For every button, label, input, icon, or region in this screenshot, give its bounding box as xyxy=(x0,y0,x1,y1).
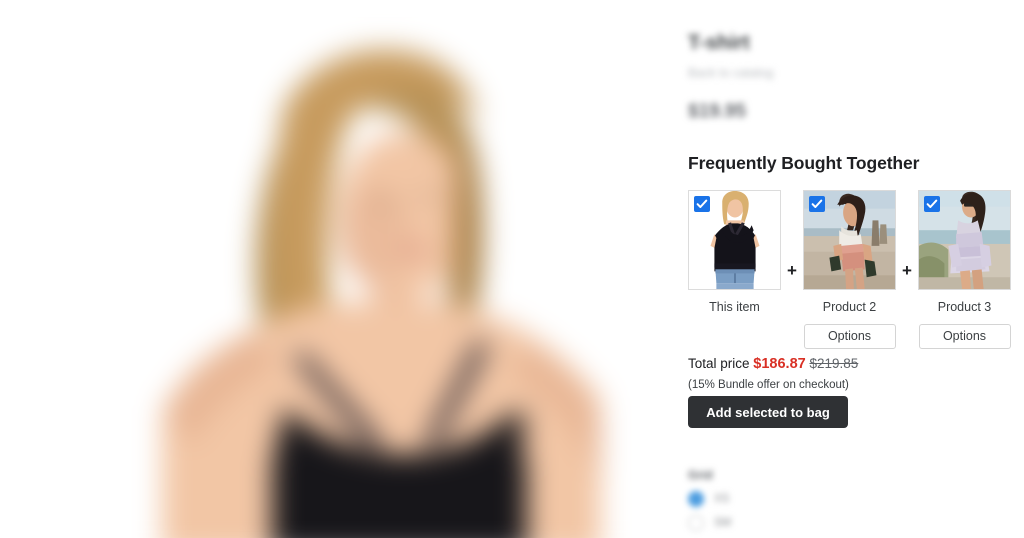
bundle-item-2-checkbox[interactable] xyxy=(809,196,825,212)
radio-selected-icon[interactable] xyxy=(688,491,704,507)
page-title: T-shirt xyxy=(688,32,750,54)
add-selected-to-bag-button[interactable]: Add selected to bag xyxy=(688,396,848,428)
radio-unselected-icon[interactable] xyxy=(688,515,704,531)
bundle-item-1-checkbox[interactable] xyxy=(694,196,710,212)
bundle-item-3-checkbox[interactable] xyxy=(924,196,940,212)
back-to-catalog-link[interactable]: Back to catalog xyxy=(688,65,773,81)
check-icon xyxy=(926,199,938,208)
hero-image-blur-layer xyxy=(0,0,680,538)
option-choice-1[interactable]: XS xyxy=(688,491,731,507)
bundle-item-3-card[interactable] xyxy=(918,190,1011,290)
option-choice-2-label: SM xyxy=(714,517,732,529)
hero-illustration xyxy=(0,0,680,538)
total-price-row: Total price $186.87 $219.85 xyxy=(688,355,858,373)
option-choice-2[interactable]: SM xyxy=(688,515,731,531)
product-page: T-shirt Back to catalog $19.95 Frequentl… xyxy=(0,0,1024,538)
bundle-items-row: This item + Product 2 Options + Product … xyxy=(688,190,1011,349)
product-detail-column: T-shirt Back to catalog $19.95 Frequentl… xyxy=(688,0,1024,538)
plus-separator-1: + xyxy=(787,261,797,280)
bundle-item-2-label: Product 2 xyxy=(822,300,877,314)
frequently-bought-together-heading: Frequently Bought Together xyxy=(688,153,920,173)
bundle-offer-note: (15% Bundle offer on checkout) xyxy=(688,379,849,391)
bundle-item-2-card[interactable] xyxy=(803,190,896,290)
product-options-group: Grid XS SM xyxy=(688,468,731,531)
check-icon xyxy=(696,199,708,208)
original-price-value: $219.85 xyxy=(809,356,859,371)
bundle-item-3: Product 3 Options xyxy=(918,190,1011,349)
product-price: $19.95 xyxy=(688,101,747,122)
option-choice-1-label: XS xyxy=(714,493,730,505)
bundle-item-3-label: Product 3 xyxy=(937,300,992,314)
check-icon xyxy=(811,199,823,208)
bundle-item-3-options-button[interactable]: Options xyxy=(918,324,1011,349)
hero-product-image[interactable] xyxy=(0,0,680,538)
bundle-item-1: This item xyxy=(688,190,781,349)
total-price-value: $186.87 xyxy=(753,356,806,372)
options-group-title: Grid xyxy=(688,468,713,482)
bundle-item-1-label: This item xyxy=(709,300,760,314)
total-price-label: Total price xyxy=(688,356,750,371)
bundle-item-1-card[interactable] xyxy=(688,190,781,290)
bundle-item-2-options-button[interactable]: Options xyxy=(803,324,896,349)
plus-separator-2: + xyxy=(902,261,912,280)
bundle-item-2: Product 2 Options xyxy=(803,190,896,349)
